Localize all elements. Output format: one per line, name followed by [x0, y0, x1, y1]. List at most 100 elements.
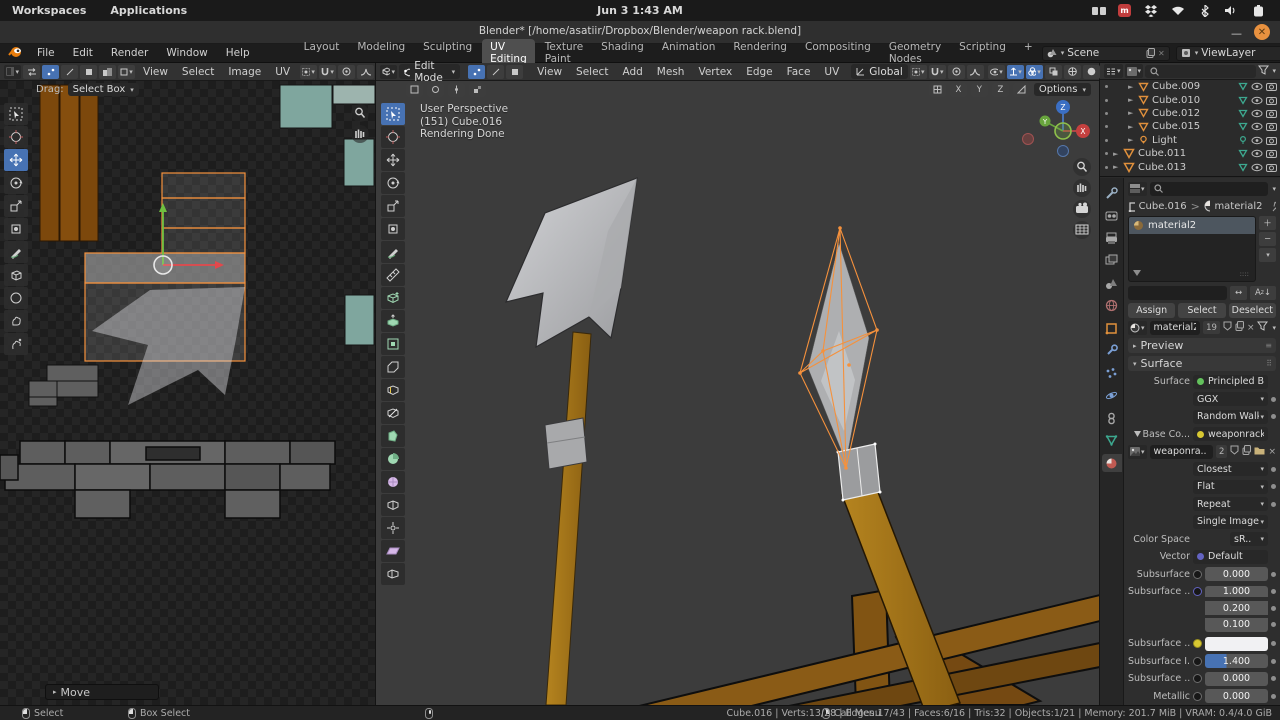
bluetooth-icon[interactable]: [1197, 4, 1212, 17]
outliner-filter-mode-icon[interactable]: ▾: [1125, 64, 1144, 78]
vector-socket-icon[interactable]: [1193, 587, 1202, 596]
ts-parent-icon[interactable]: [469, 83, 486, 97]
wifi-icon[interactable]: [1170, 4, 1185, 17]
vp-menu-view[interactable]: View: [531, 66, 568, 78]
surface-shader-button[interactable]: Principled BSDF: [1193, 375, 1268, 389]
tool-poly-build[interactable]: [381, 425, 405, 447]
sss-method-dropdown[interactable]: Random Walk▾: [1193, 410, 1268, 424]
socket-icon[interactable]: [1193, 570, 1202, 579]
swap-arrows-icon[interactable]: ↔: [1230, 286, 1247, 300]
image-users-count[interactable]: 2: [1216, 445, 1227, 458]
vp-menu-uv[interactable]: UV: [818, 66, 845, 78]
material-browse-icon[interactable]: ▾: [1128, 321, 1147, 335]
camera-visibility-icon[interactable]: [1266, 82, 1277, 91]
vp-menu-edge[interactable]: Edge: [740, 66, 778, 78]
uv-tool-annotate[interactable]: [4, 241, 28, 263]
tool-select-box[interactable]: [381, 103, 405, 125]
editor-type-icon[interactable]: ▾: [4, 65, 21, 79]
uv-select-vertex-icon[interactable]: [42, 65, 59, 79]
expand-icon[interactable]: ►: [1113, 163, 1120, 171]
outliner-search[interactable]: [1145, 65, 1256, 78]
object-name[interactable]: Cube.012: [1152, 108, 1200, 119]
add-slot-button[interactable]: ＋: [1259, 216, 1276, 230]
vp-menu-face[interactable]: Face: [781, 66, 817, 78]
tab-constraints-icon[interactable]: [1102, 409, 1122, 427]
object-name[interactable]: Light: [1152, 135, 1177, 146]
eye-icon[interactable]: [1251, 96, 1263, 105]
select-button[interactable]: Select: [1178, 303, 1225, 318]
resize-grip[interactable]: ::::: [1240, 270, 1249, 278]
uv-tool-move[interactable]: [4, 149, 28, 171]
outliner-row[interactable]: ► Light: [1100, 134, 1280, 147]
properties-search[interactable]: [1150, 182, 1269, 196]
keyboard-layout-icon[interactable]: [1091, 4, 1106, 17]
expand-icon[interactable]: ►: [1128, 136, 1135, 144]
radius-z-field[interactable]: 0.100: [1205, 618, 1268, 632]
object-name[interactable]: Cube.015: [1152, 121, 1200, 132]
outliner-row[interactable]: ► Cube.011: [1100, 147, 1280, 160]
unlink-image-icon[interactable]: ×: [1268, 447, 1276, 457]
uv-falloff-curve-icon[interactable]: [357, 65, 374, 79]
minimize-button[interactable]: —: [1231, 27, 1242, 40]
proportional-edit-icon[interactable]: [948, 65, 965, 79]
interpolation-dropdown[interactable]: Closest▾: [1193, 462, 1268, 476]
sort-alpha-icon[interactable]: Az↓: [1250, 286, 1276, 300]
menu-file[interactable]: File: [28, 47, 64, 59]
gizmos-toggle-icon[interactable]: ▾: [1007, 65, 1024, 79]
ts-transform-icon[interactable]: [406, 83, 423, 97]
image-name-field[interactable]: weaponra..: [1150, 445, 1214, 459]
subsurface-ior-slider[interactable]: 1.400: [1205, 654, 1268, 668]
falloff-curve-icon[interactable]: [967, 65, 984, 79]
options-dropdown[interactable]: Options ▾: [1034, 83, 1091, 96]
vp-menu-vertex[interactable]: Vertex: [692, 66, 738, 78]
unlink-material-icon[interactable]: ×: [1247, 323, 1255, 333]
outliner-row[interactable]: ► Cube.015: [1100, 120, 1280, 133]
radius-x-field[interactable]: 1.000: [1205, 586, 1268, 597]
new-scene-icon[interactable]: [1146, 48, 1155, 58]
outliner-row[interactable]: ► Cube.013: [1100, 160, 1280, 173]
uv-sync-selection-icon[interactable]: [23, 65, 40, 79]
tool-spin[interactable]: [381, 448, 405, 470]
object-name[interactable]: Cube.010: [1152, 95, 1200, 106]
tool-cursor[interactable]: [381, 126, 405, 148]
mirror-x-toggle[interactable]: X: [950, 83, 967, 97]
tab-material-icon[interactable]: [1102, 454, 1122, 472]
expand-icon[interactable]: ►: [1128, 123, 1135, 131]
uv-menu-uv[interactable]: UV: [269, 66, 296, 78]
properties-editor-icon[interactable]: ▾: [1128, 182, 1147, 196]
show-visibility-icon[interactable]: ▾: [988, 65, 1005, 79]
color-socket-icon[interactable]: [1193, 639, 1202, 648]
menu-edit[interactable]: Edit: [64, 47, 102, 59]
menu-help[interactable]: Help: [217, 47, 259, 59]
tool-rotate[interactable]: [381, 172, 405, 194]
uv-snap-magnet-icon[interactable]: ▾: [319, 65, 336, 79]
expand-icon[interactable]: ►: [1113, 150, 1120, 158]
eye-icon[interactable]: [1251, 149, 1263, 158]
uv-tool-rip-region[interactable]: [4, 264, 28, 286]
camera-visibility-icon[interactable]: [1266, 136, 1277, 145]
tool-shear[interactable]: [381, 540, 405, 562]
eye-icon[interactable]: [1251, 109, 1263, 118]
uv-select-island-icon[interactable]: [99, 65, 116, 79]
expand-icon[interactable]: ►: [1128, 109, 1135, 117]
outliner-row[interactable]: ► Cube.009: [1100, 80, 1280, 93]
camera-visibility-icon[interactable]: [1266, 122, 1277, 131]
viewport-canvas[interactable]: Z Y X X: [376, 81, 1099, 705]
material-name-field[interactable]: material2: [1150, 321, 1201, 335]
blender-logo-icon[interactable]: [8, 46, 22, 61]
uv-tool-rotate[interactable]: [4, 172, 28, 194]
object-name[interactable]: Cube.013: [1138, 162, 1186, 173]
uv-select-edge-icon[interactable]: [61, 65, 78, 79]
ts-snap-icon[interactable]: [427, 83, 444, 97]
expand-filled-icon[interactable]: [1134, 431, 1141, 437]
dropbox-icon[interactable]: [1143, 4, 1158, 17]
tool-inset-faces[interactable]: [381, 333, 405, 355]
camera-visibility-icon[interactable]: [1266, 96, 1277, 105]
tab-physics-icon[interactable]: [1102, 387, 1122, 405]
outliner-row[interactable]: ► Cube.010: [1100, 93, 1280, 106]
uv-tool-cursor[interactable]: [4, 126, 28, 148]
extension-dropdown[interactable]: Repeat▾: [1193, 497, 1268, 511]
subsurface-color-swatch[interactable]: [1205, 637, 1268, 651]
slot-list[interactable]: material2 ::::: [1128, 216, 1256, 282]
fake-user-shield-icon[interactable]: [1223, 321, 1232, 334]
